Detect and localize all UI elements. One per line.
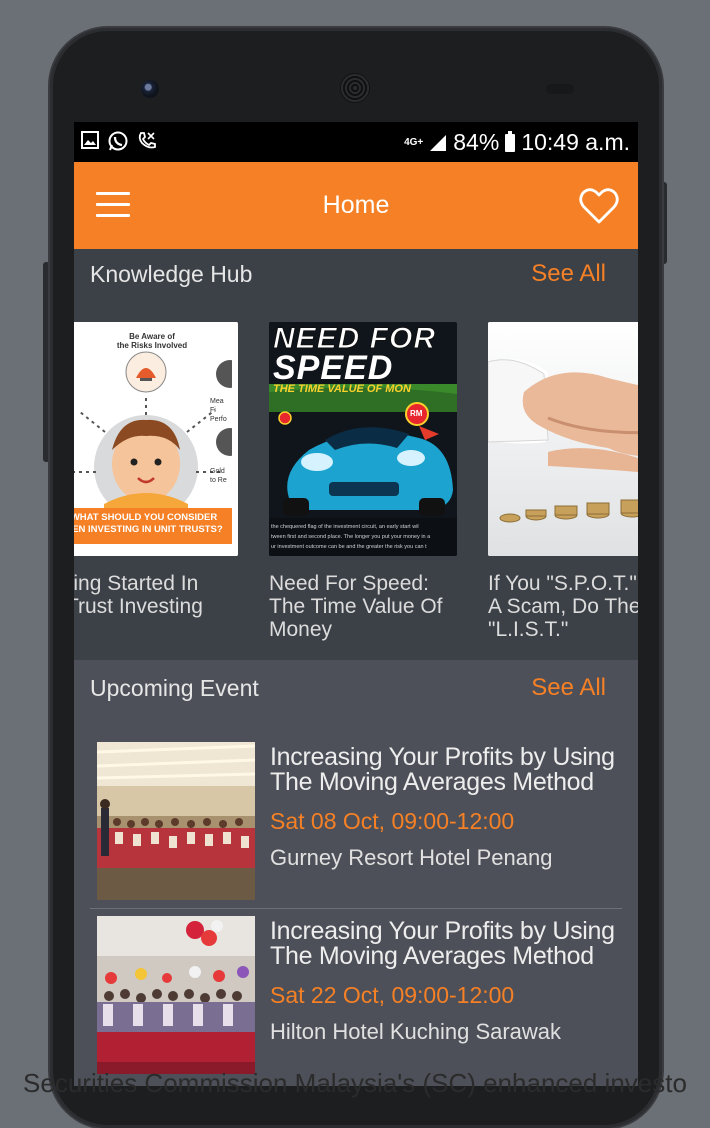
clock: 10:49 a.m. — [521, 129, 630, 155]
event-row[interactable]: Increasing Your Profits by Using The Mov… — [90, 916, 622, 1074]
page-title: Home — [322, 191, 390, 219]
event-venue: Gurney Resort Hotel Penang — [270, 845, 553, 870]
knowledge-card[interactable]: Be Aware of the Risks Involved ial Mea F… — [74, 322, 238, 618]
card-title: etting Started In it Trust Investing — [74, 572, 203, 618]
infographic-snippet: Gold to Re — [210, 468, 227, 484]
signal-icon — [430, 134, 447, 151]
battery-percent: 84% — [453, 129, 500, 155]
gallery-icon — [81, 131, 99, 149]
divider — [90, 908, 622, 909]
section-title: Knowledge Hub — [90, 261, 253, 287]
see-all-events-button[interactable]: See All — [531, 674, 606, 702]
event-title: Increasing Your Profits by Using The Mov… — [270, 743, 615, 796]
card-thumbnail — [488, 322, 638, 556]
event-photo — [97, 742, 255, 900]
thumbnail-subtitle: THE TIME VALUE OF MON — [273, 383, 411, 395]
front-camera — [141, 80, 159, 98]
infographic-heading: Be Aware of the Risks Involved — [116, 332, 188, 350]
whatsapp-icon — [108, 131, 128, 151]
card-title: If You "S.P.O.T." A Scam, Do The "L.I.S.… — [488, 572, 638, 641]
caption-text: Securities Commission Malaysia's (SC) en… — [23, 1068, 687, 1098]
knowledge-card[interactable]: If You "S.P.O.T." A Scam, Do The "L.I.S.… — [488, 322, 638, 641]
card-thumbnail: Be Aware of the Risks Involved ial Mea F… — [74, 322, 238, 556]
thumbnail-caption: the chequered flag of the investment cir… — [271, 524, 431, 550]
knowledge-hub-section: Knowledge Hub See All Be Aware of the Ri… — [74, 249, 638, 786]
upcoming-event-header: Upcoming Event See All — [74, 660, 638, 710]
see-all-knowledge-button[interactable]: See All — [531, 260, 606, 288]
card-title: Need For Speed: The Time Value Of Money — [269, 572, 443, 641]
missed-call-icon — [138, 132, 156, 149]
rm-badge: RM — [410, 409, 423, 418]
event-date: Sat 08 Oct, 09:00-12:00 — [270, 808, 515, 834]
event-title: Increasing Your Profits by Using The Mov… — [270, 917, 615, 970]
section-title: Upcoming Event — [90, 675, 259, 701]
infographic-snippet: Mea Fi Perfo — [210, 398, 227, 423]
app-bar: Home — [74, 162, 638, 249]
coins-hand-image — [488, 322, 638, 556]
proximity-sensor — [546, 84, 574, 94]
phone-volume-button — [43, 262, 50, 462]
thumbnail-title: SPEED — [273, 349, 394, 387]
event-venue: Hilton Hotel Kuching Sarawak — [270, 1019, 562, 1044]
network-type-label: 4G+ — [404, 136, 424, 148]
infographic-banner: WHAT SHOULD YOU CONSIDER HEN INVESTING I… — [74, 512, 223, 535]
knowledge-card[interactable]: NEED FOR SPEED THE TIME VALUE OF MON RM … — [269, 322, 457, 641]
card-thumbnail: NEED FOR SPEED THE TIME VALUE OF MON RM … — [269, 322, 457, 556]
event-photo — [97, 916, 255, 1074]
event-row[interactable]: Increasing Your Profits by Using The Mov… — [90, 742, 622, 900]
app-screen: 4G+ 84% 10:49 a.m. Home Knowledge Hub Se… — [74, 122, 638, 1086]
battery-icon — [505, 130, 516, 152]
earpiece-speaker — [340, 73, 370, 103]
knowledge-hub-header: Knowledge Hub See All — [74, 249, 638, 299]
heart-icon[interactable] — [578, 186, 620, 226]
upcoming-event-section: Upcoming Event See All Increasing Your P… — [74, 660, 638, 1086]
event-date: Sat 22 Oct, 09:00-12:00 — [270, 982, 515, 1008]
status-bar: 4G+ 84% 10:49 a.m. — [74, 122, 638, 162]
